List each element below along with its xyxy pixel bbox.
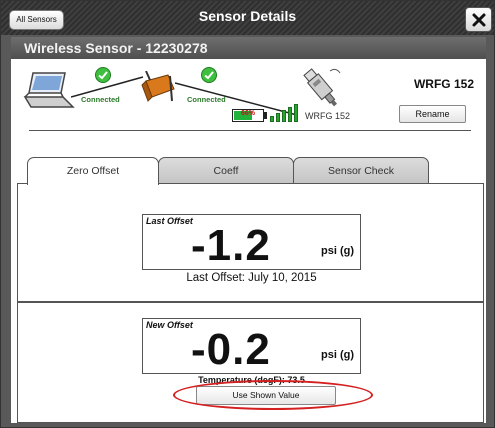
- new-offset-unit: psi (g): [321, 349, 354, 361]
- battery-tip: [264, 112, 267, 119]
- last-offset-label: Last Offset: [146, 216, 193, 226]
- connection-status-right: Connected: [187, 95, 226, 104]
- signal-bar: [276, 113, 280, 122]
- use-shown-value-button[interactable]: Use Shown Value: [196, 386, 336, 405]
- zero-offset-content: Last Offset -1.2 psi (g) Last Offset: Ju…: [17, 183, 484, 423]
- tab-sensor-check[interactable]: Sensor Check: [293, 157, 429, 184]
- sensor-header-bar: Wireless Sensor - 12230278: [11, 37, 486, 59]
- section-divider: [18, 301, 483, 303]
- last-offset-date: Last Offset: July 10, 2015: [186, 272, 317, 284]
- tab-coeff[interactable]: Coeff: [158, 157, 294, 184]
- connection-status-left: Connected: [81, 95, 120, 104]
- pressure-sensor-icon: [303, 68, 341, 107]
- sensor-details-window: All Sensors Sensor Details Wireless Sens…: [0, 0, 495, 428]
- signal-bar: [294, 104, 298, 122]
- laptop-icon: [23, 72, 75, 108]
- window-title: Sensor Details: [198, 8, 297, 24]
- last-offset-box: Last Offset -1.2 psi (g): [142, 214, 361, 270]
- signal-bar: [282, 110, 286, 122]
- sensor-panel: Connected Connected 66% WRFG 152 WRFG 15…: [11, 59, 486, 423]
- signal-bar: [288, 107, 292, 122]
- last-offset-value: -1.2: [191, 221, 271, 270]
- sensor-header-title: Wireless Sensor - 12230278: [24, 40, 208, 56]
- sensor-id-label: WRFG 152: [305, 111, 351, 121]
- gateway-icon: [141, 71, 175, 102]
- check-icon: [201, 67, 217, 83]
- close-icon: [472, 13, 485, 26]
- tab-zero-offset[interactable]: Zero Offset: [27, 157, 159, 185]
- last-offset-unit: psi (g): [321, 245, 354, 257]
- close-button[interactable]: [465, 7, 492, 32]
- new-offset-box: New Offset -0.2 psi (g): [142, 318, 361, 374]
- check-icon: [95, 67, 111, 83]
- panel-divider: [29, 130, 471, 131]
- battery-percent: 66%: [240, 110, 255, 117]
- new-offset-label: New Offset: [146, 320, 193, 330]
- new-offset-value: -0.2: [191, 325, 271, 374]
- signal-bar: [270, 116, 274, 122]
- title-bar: All Sensors Sensor Details: [1, 1, 494, 35]
- sensor-name: WRFG 152: [413, 77, 474, 91]
- temperature-reading: Temperature (degF): 73.5: [198, 375, 305, 385]
- rename-button[interactable]: Rename: [399, 105, 466, 123]
